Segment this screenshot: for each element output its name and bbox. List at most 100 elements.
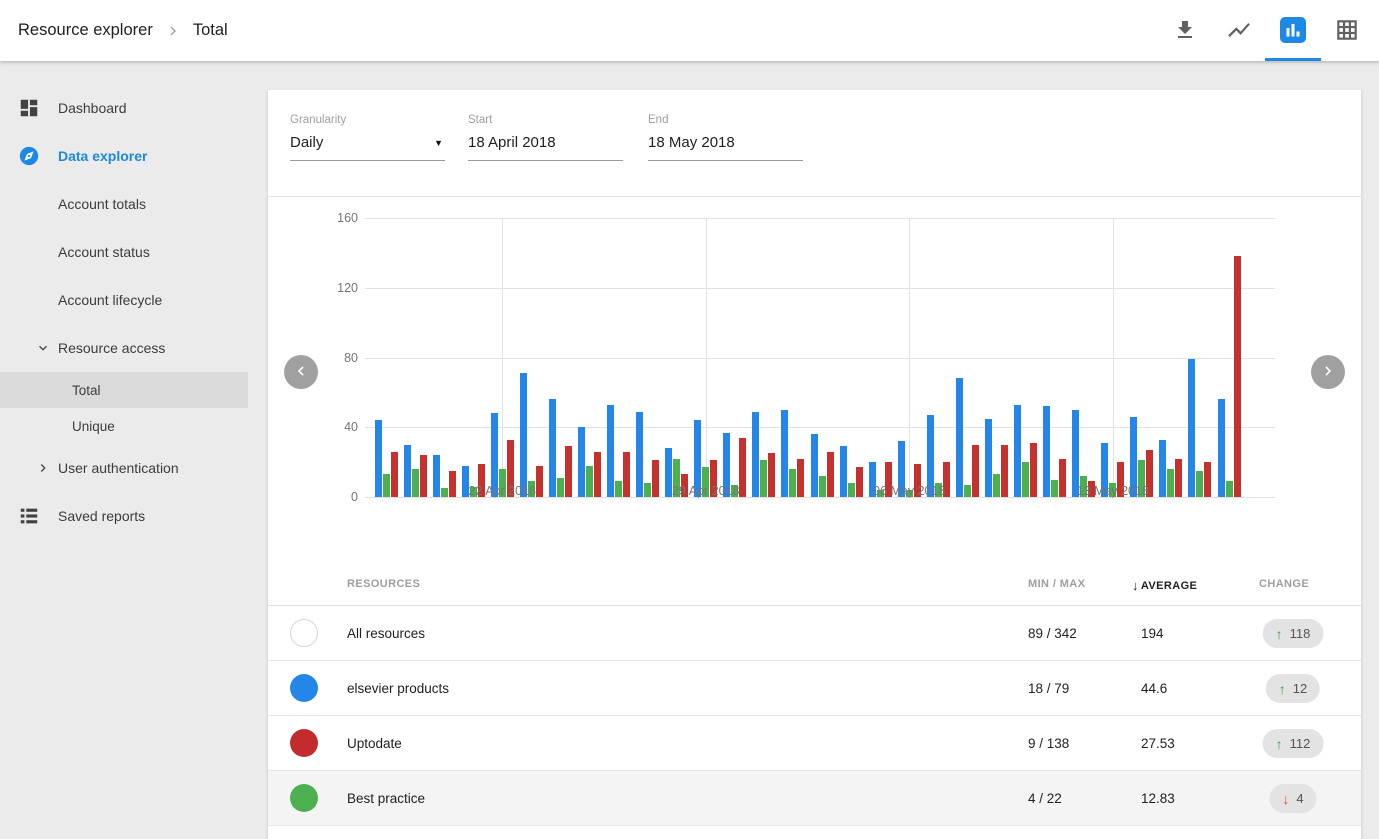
bar-best-practice bbox=[644, 483, 651, 497]
resource-name: elsevier products bbox=[347, 681, 449, 696]
bar-group-17-may[interactable] bbox=[1218, 256, 1241, 497]
start-date-field[interactable]: Start 18 April 2018 bbox=[468, 114, 623, 161]
table-row-elsevier-products[interactable]: elsevier products18 / 7944.6↑12 bbox=[268, 661, 1361, 716]
table-view-button[interactable] bbox=[1327, 11, 1367, 51]
bar-group-23-apr[interactable] bbox=[520, 373, 543, 497]
bar-group-15-may[interactable] bbox=[1159, 440, 1182, 498]
bar-elsevier-products bbox=[1218, 399, 1225, 497]
bar-elsevier-products bbox=[1014, 405, 1021, 497]
bar-elsevier-products bbox=[840, 446, 847, 497]
bar-elsevier-products bbox=[578, 427, 585, 497]
series-color-dot bbox=[290, 674, 318, 702]
x-axis-tick-label: 22 Apr 2018 bbox=[469, 484, 536, 498]
average-value: 12.83 bbox=[1141, 791, 1175, 806]
bar-best-practice bbox=[1226, 481, 1233, 497]
bar-group-19-apr[interactable] bbox=[404, 445, 427, 497]
sidebar-item-account-lifecycle[interactable]: Account lifecycle bbox=[0, 276, 248, 324]
bar-uptodate bbox=[391, 452, 398, 497]
sidebar-item-label: Total bbox=[72, 383, 101, 398]
change-value: 112 bbox=[1290, 736, 1311, 751]
line-chart-view-button[interactable] bbox=[1219, 11, 1259, 51]
bar-group-08-may[interactable] bbox=[956, 378, 979, 497]
breadcrumb-root[interactable]: Resource explorer bbox=[18, 21, 153, 40]
main-card: Granularity Daily ▼ Start 18 April 2018 … bbox=[268, 90, 1361, 839]
saved-reports-icon bbox=[18, 505, 40, 527]
bar-best-practice bbox=[557, 478, 564, 497]
bar-group-20-apr[interactable] bbox=[433, 455, 456, 497]
bar-uptodate bbox=[449, 471, 456, 497]
x-axis-tick-label: 06 May 2018 bbox=[873, 484, 945, 498]
bar-group-16-may[interactable] bbox=[1188, 359, 1211, 497]
bar-chart-view-button[interactable] bbox=[1273, 11, 1313, 51]
sidebar-item-unique[interactable]: Unique bbox=[0, 408, 248, 444]
bar-uptodate bbox=[827, 452, 834, 497]
download-button[interactable] bbox=[1165, 11, 1205, 51]
sidebar-item-data-explorer[interactable]: Data explorer bbox=[0, 132, 248, 180]
arrow-up-icon: ↑ bbox=[1279, 681, 1286, 697]
bar-group-09-may[interactable] bbox=[985, 419, 1008, 498]
breadcrumb-chevron-icon bbox=[165, 23, 181, 39]
bar-best-practice bbox=[1022, 462, 1029, 497]
resource-name: Uptodate bbox=[347, 736, 402, 751]
bar-uptodate bbox=[1059, 459, 1066, 497]
column-header-resources[interactable]: RESOURCES bbox=[347, 578, 420, 590]
explore-icon bbox=[18, 144, 40, 168]
bar-elsevier-products bbox=[636, 412, 643, 497]
bar-uptodate bbox=[768, 453, 775, 497]
x-axis-tick-label: 29 Apr 2018 bbox=[672, 484, 739, 498]
chart-scroll-right-button[interactable] bbox=[1311, 355, 1345, 389]
bar-elsevier-products bbox=[752, 412, 759, 497]
chevron-right-icon bbox=[36, 461, 50, 475]
bar-group-03-may[interactable] bbox=[811, 434, 834, 497]
bar-group-26-apr[interactable] bbox=[607, 405, 630, 497]
column-header-change[interactable]: CHANGE bbox=[1259, 578, 1309, 590]
bar-elsevier-products bbox=[781, 410, 788, 497]
bar-best-practice bbox=[760, 460, 767, 497]
table-row-best-practice[interactable]: Best practice4 / 2212.83↓4 bbox=[268, 771, 1361, 826]
bar-best-practice bbox=[586, 466, 593, 497]
chevron-right-icon bbox=[1320, 363, 1336, 382]
bar-uptodate bbox=[1030, 443, 1037, 497]
column-header-min-max[interactable]: MIN / MAX bbox=[1028, 578, 1085, 590]
line-chart-icon bbox=[1226, 17, 1252, 46]
sidebar-item-saved-reports[interactable]: Saved reports bbox=[0, 492, 248, 540]
bar-uptodate bbox=[1204, 462, 1211, 497]
granularity-value: Daily bbox=[290, 134, 323, 151]
change-value: 4 bbox=[1296, 791, 1303, 806]
bar-best-practice bbox=[1196, 471, 1203, 497]
bar-group-02-may[interactable] bbox=[781, 410, 804, 497]
table-row-all-resources[interactable]: All resources89 / 342194↑118 bbox=[268, 606, 1361, 661]
bar-elsevier-products bbox=[811, 434, 818, 497]
min-max-value: 4 / 22 bbox=[1028, 791, 1062, 806]
sidebar-item-resource-access[interactable]: Resource access bbox=[0, 324, 248, 372]
sidebar-item-total[interactable]: Total bbox=[0, 372, 248, 408]
granularity-select[interactable]: Granularity Daily ▼ bbox=[290, 114, 445, 161]
sidebar-item-account-totals[interactable]: Account totals bbox=[0, 180, 248, 228]
breadcrumb: Resource explorer Total bbox=[18, 0, 228, 61]
bar-group-11-may[interactable] bbox=[1043, 406, 1066, 497]
bar-group-18-apr[interactable] bbox=[375, 420, 398, 497]
end-date-field[interactable]: End 18 May 2018 bbox=[648, 114, 803, 161]
filter-bar: Granularity Daily ▼ Start 18 April 2018 … bbox=[268, 90, 1361, 197]
bar-best-practice bbox=[964, 485, 971, 497]
bar-uptodate bbox=[623, 452, 630, 497]
min-max-value: 18 / 79 bbox=[1028, 681, 1069, 696]
bar-group-01-may[interactable] bbox=[752, 412, 775, 497]
bar-uptodate bbox=[536, 466, 543, 497]
column-header-average[interactable]: ↓ AVERAGE bbox=[1132, 578, 1197, 593]
bar-group-27-apr[interactable] bbox=[636, 412, 659, 497]
bar-group-10-may[interactable] bbox=[1014, 405, 1037, 497]
table-row-uptodate[interactable]: Uptodate9 / 13827.53↑112 bbox=[268, 716, 1361, 771]
change-value: 118 bbox=[1290, 626, 1311, 641]
bar-group-04-may[interactable] bbox=[840, 446, 863, 497]
bar-elsevier-products bbox=[433, 455, 440, 497]
bar-uptodate bbox=[594, 452, 601, 497]
sidebar-item-user-authentication[interactable]: User authentication bbox=[0, 444, 248, 492]
bar-group-25-apr[interactable] bbox=[578, 427, 601, 497]
sidebar-item-dashboard[interactable]: Dashboard bbox=[0, 84, 248, 132]
bar-elsevier-products bbox=[607, 405, 614, 497]
y-axis-tick-label: 160 bbox=[298, 211, 358, 225]
chart-area: 1601208040022 Apr 201829 Apr 201806 May … bbox=[268, 197, 1361, 560]
sidebar-item-account-status[interactable]: Account status bbox=[0, 228, 248, 276]
bar-group-24-apr[interactable] bbox=[549, 399, 572, 497]
